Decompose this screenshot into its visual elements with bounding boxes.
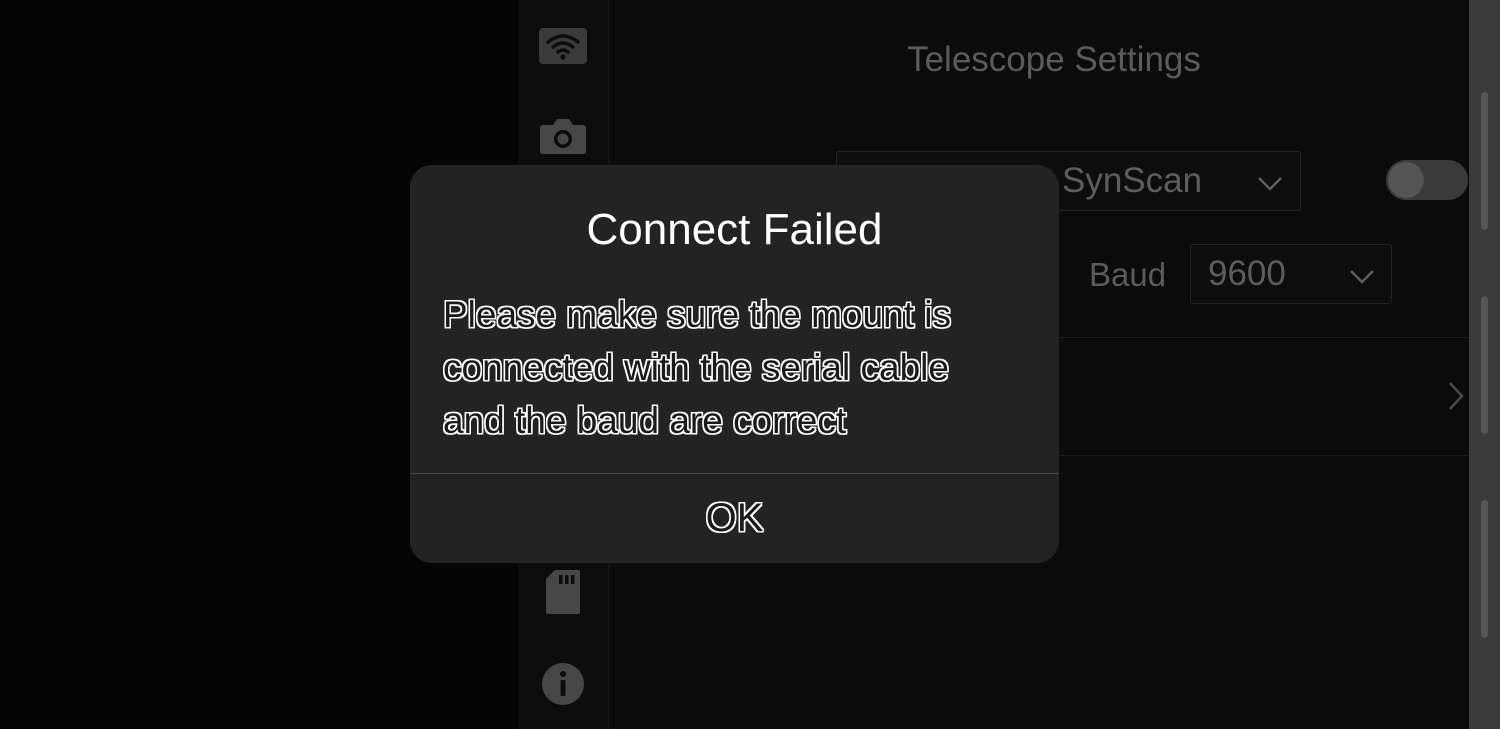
scrollbar-thumb[interactable] [1481, 296, 1488, 434]
page-title: Telescope Settings [907, 40, 1201, 79]
ok-button[interactable]: OK [410, 474, 1059, 563]
dialog-message-line: connected with the serial cable [443, 347, 949, 388]
baud-select[interactable]: 9600 [1190, 244, 1392, 304]
scrollbar-thumb[interactable] [1481, 92, 1488, 230]
dialog-message: Please make sure the mount is connected … [443, 288, 1033, 447]
info-icon[interactable] [518, 660, 608, 708]
wifi-icon[interactable] [518, 24, 608, 68]
chevron-down-icon [1349, 254, 1375, 294]
connect-failed-dialog: Connect Failed Please make sure the moun… [410, 165, 1059, 563]
connect-toggle[interactable] [1386, 160, 1468, 200]
camera-icon[interactable] [518, 113, 608, 157]
toggle-knob [1388, 162, 1424, 198]
divider [1057, 455, 1469, 456]
scrollbar[interactable] [1469, 0, 1500, 729]
dialog-title: Connect Failed [586, 205, 883, 254]
mount-type-value: SynScan [1062, 161, 1203, 200]
divider [1057, 337, 1469, 338]
baud-value: 9600 [1208, 254, 1286, 293]
dialog-message-line: and the baud are correct [443, 400, 847, 441]
chevron-right-icon[interactable] [1447, 380, 1465, 417]
chevron-down-icon [1257, 161, 1283, 201]
baud-label: Baud [1089, 256, 1167, 293]
dialog-message-line: Please make sure the mount is [443, 294, 951, 335]
scrollbar-thumb[interactable] [1481, 500, 1488, 638]
app-window: Telescope Settings SynScan Baud 9600 Con… [0, 0, 1500, 729]
sd-card-icon[interactable] [518, 568, 608, 616]
